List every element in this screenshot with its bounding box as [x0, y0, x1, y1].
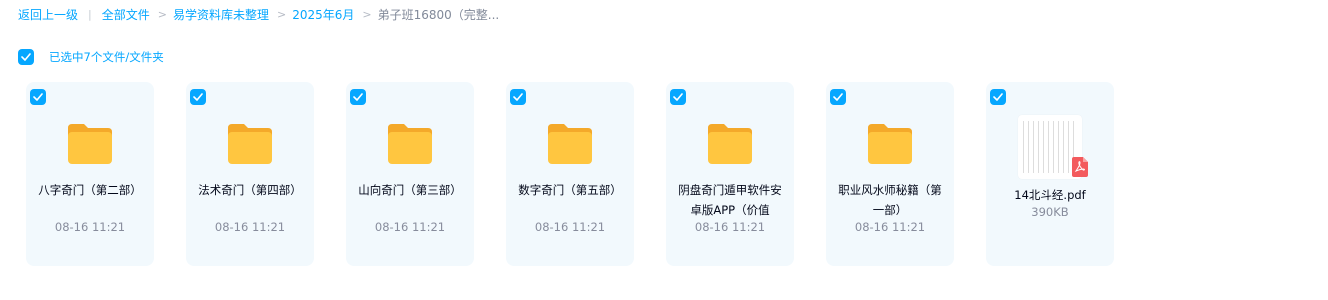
item-checkbox[interactable]	[830, 89, 846, 105]
file-grid: 八字奇门（第二部） 08-16 11:21 法术奇门（第四部） 08-16 11…	[26, 82, 1114, 266]
file-modified-time: 08-16 11:21	[854, 220, 926, 234]
file-name[interactable]: 14北斗经.pdf	[994, 185, 1106, 205]
item-checkbox[interactable]	[670, 89, 686, 105]
back-link[interactable]: 返回上一级	[18, 6, 78, 23]
folder-icon	[228, 124, 272, 164]
file-card-folder[interactable]: 山向奇门（第三部） 08-16 11:21	[346, 82, 474, 266]
file-name[interactable]: 山向奇门（第三部）	[354, 180, 466, 220]
item-checkbox[interactable]	[510, 89, 526, 105]
checkmark-icon	[993, 93, 1003, 101]
item-checkbox[interactable]	[30, 89, 46, 105]
selection-count-label: 已选中7个文件/文件夹	[49, 50, 164, 64]
checkmark-icon	[353, 93, 363, 101]
breadcrumb-divider: |	[88, 7, 92, 21]
file-modified-time: 08-16 11:21	[374, 220, 446, 234]
item-checkbox[interactable]	[350, 89, 366, 105]
folder-icon	[708, 124, 752, 164]
item-checkbox[interactable]	[990, 89, 1006, 105]
folder-icon	[868, 124, 912, 164]
file-name[interactable]: 法术奇门（第四部）	[194, 180, 306, 220]
breadcrumb-separator: >	[157, 7, 167, 21]
checkmark-icon	[673, 93, 683, 101]
file-name[interactable]: 数字奇门（第五部）	[514, 180, 626, 220]
checkmark-icon	[193, 93, 203, 101]
file-card-folder[interactable]: 阴盘奇门遁甲软件安卓版APP（价值 08-16 11:21	[666, 82, 794, 266]
breadcrumb: 返回上一级 | 全部文件 > 易学资料库未整理 > 2025年6月 > 弟子班1…	[18, 5, 499, 23]
item-checkbox[interactable]	[190, 89, 206, 105]
breadcrumb-item-library[interactable]: 易学资料库未整理	[173, 6, 269, 23]
pdf-page-preview	[1023, 121, 1076, 173]
select-all-checkbox[interactable]	[18, 49, 34, 65]
file-card-folder[interactable]: 数字奇门（第五部） 08-16 11:21	[506, 82, 634, 266]
checkmark-icon	[21, 53, 31, 61]
checkmark-icon	[833, 93, 843, 101]
breadcrumb-item-month[interactable]: 2025年6月	[292, 6, 354, 23]
breadcrumb-separator: >	[362, 7, 372, 21]
file-modified-time: 08-16 11:21	[54, 220, 126, 234]
file-modified-time: 08-16 11:21	[214, 220, 286, 234]
file-card-folder[interactable]: 法术奇门（第四部） 08-16 11:21	[186, 82, 314, 266]
file-card-folder[interactable]: 职业风水师秘籍（第一部） 08-16 11:21	[826, 82, 954, 266]
file-size: 390KB	[1031, 205, 1069, 219]
file-modified-time: 08-16 11:21	[694, 220, 766, 234]
file-name[interactable]: 职业风水师秘籍（第一部）	[834, 180, 946, 220]
selection-bar: 已选中7个文件/文件夹	[18, 48, 164, 66]
file-name[interactable]: 八字奇门（第二部）	[34, 180, 146, 220]
checkmark-icon	[33, 93, 43, 101]
folder-icon	[548, 124, 592, 164]
breadcrumb-current: 弟子班16800（完整...	[377, 7, 500, 22]
checkmark-icon	[513, 93, 523, 101]
file-card-folder[interactable]: 八字奇门（第二部） 08-16 11:21	[26, 82, 154, 266]
file-card-pdf[interactable]: 14北斗经.pdf 390KB	[986, 82, 1114, 266]
breadcrumb-separator: >	[276, 7, 287, 21]
folder-icon	[68, 124, 112, 164]
file-name[interactable]: 阴盘奇门遁甲软件安卓版APP（价值	[674, 180, 786, 220]
pdf-icon	[1072, 157, 1088, 177]
folder-icon	[388, 124, 432, 164]
breadcrumb-item-all-files[interactable]: 全部文件	[102, 6, 150, 23]
file-modified-time: 08-16 11:21	[534, 220, 606, 234]
